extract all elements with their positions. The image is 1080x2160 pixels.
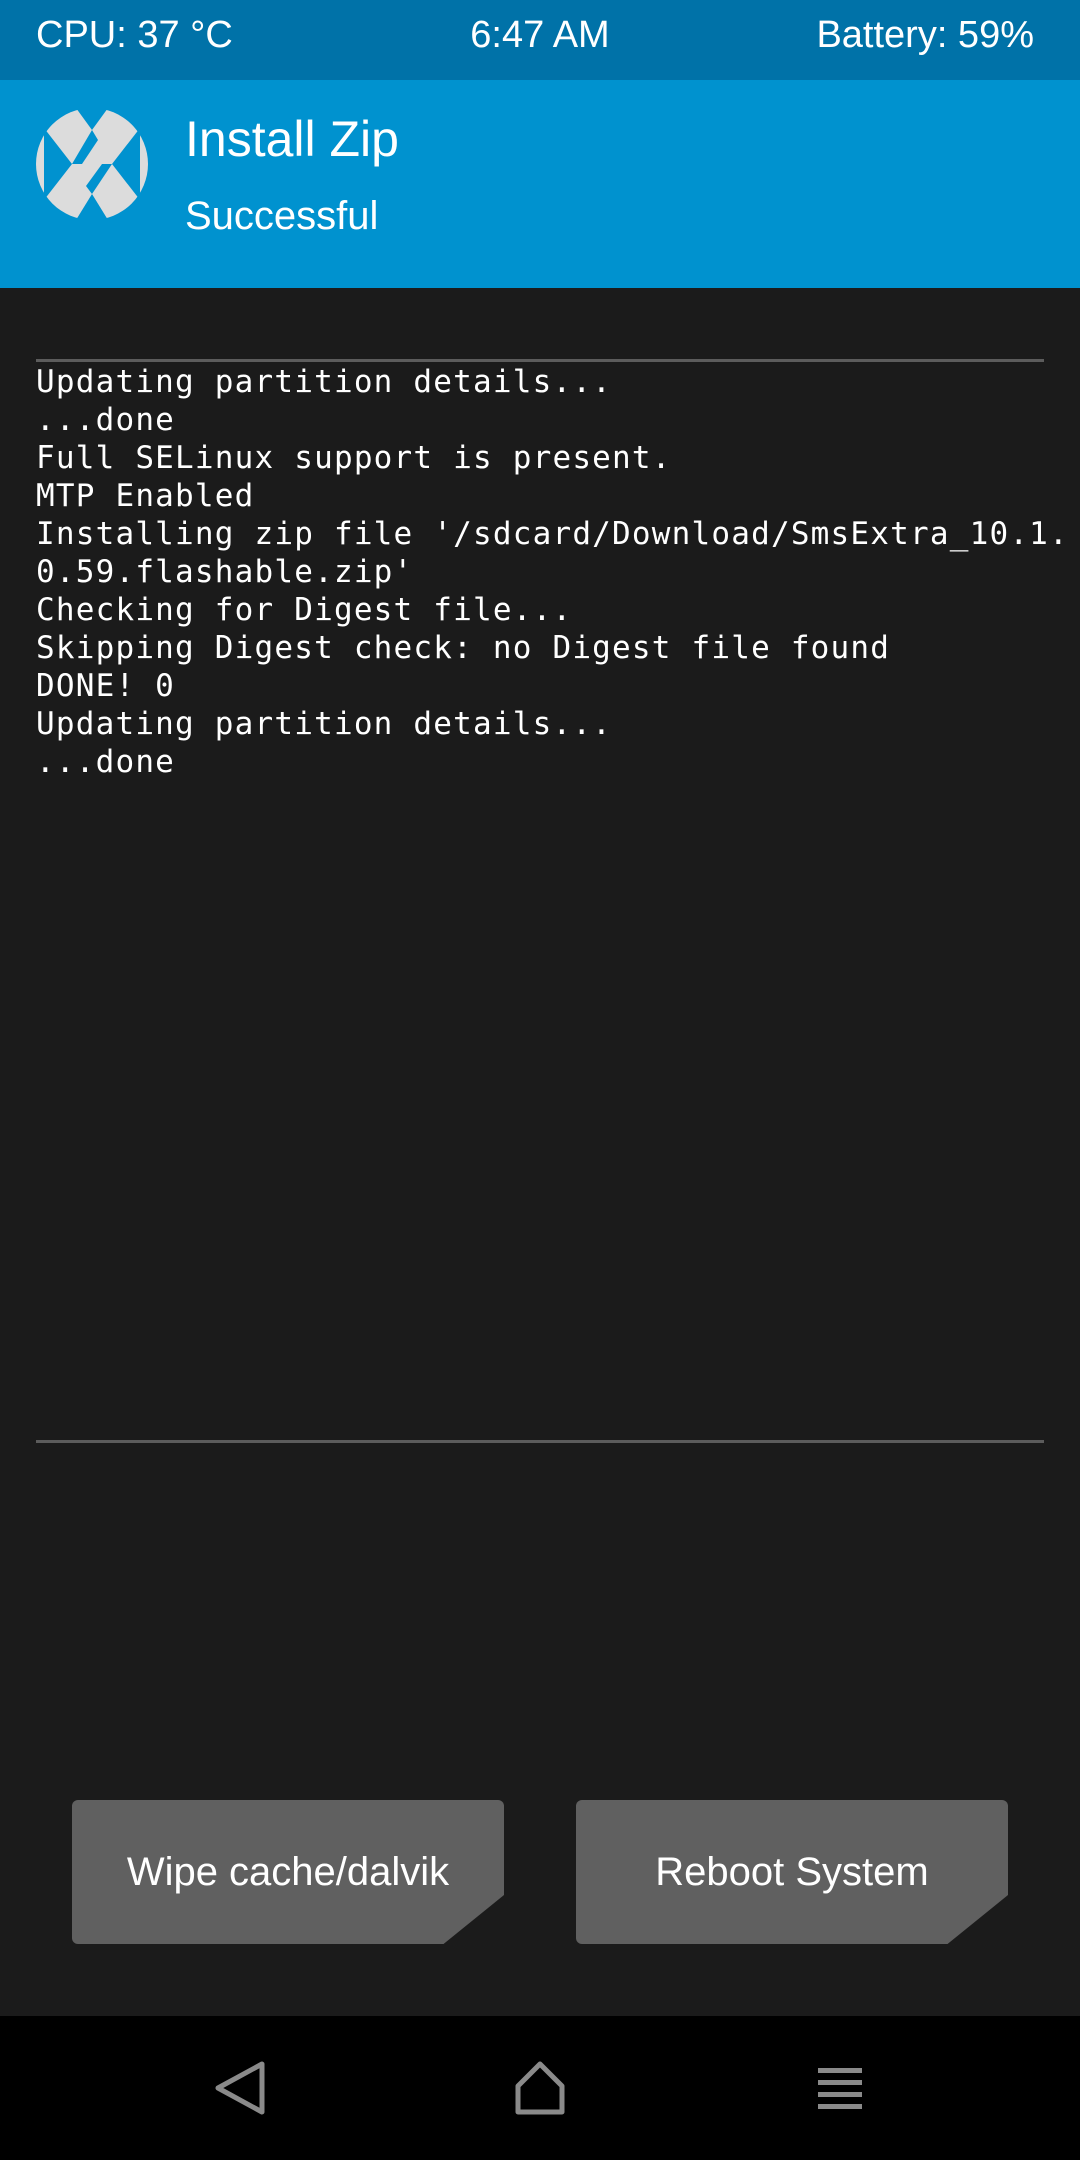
console-log[interactable]: Updating partition details... ...done Fu…	[36, 363, 1069, 781]
console-line: ...done	[36, 402, 176, 438]
console-line: MTP Enabled	[36, 478, 255, 514]
back-icon[interactable]	[208, 2056, 272, 2120]
menu-icon[interactable]	[808, 2056, 872, 2120]
reboot-system-button[interactable]: Reboot System	[576, 1800, 1008, 1944]
status-subtitle: Successful	[185, 194, 379, 238]
console-line: Skipping Digest check: no Digest file fo…	[36, 630, 891, 666]
console-line: Checking for Digest file...	[36, 592, 573, 628]
console-line: Updating partition details...	[36, 364, 613, 400]
console-line: 0.59.flashable.zip'	[36, 554, 414, 590]
console-divider-bottom	[36, 1440, 1044, 1443]
battery-level: Battery: 59%	[816, 14, 1034, 56]
console-line: Installing zip file '/sdcard/Download/Sm…	[36, 516, 1069, 552]
console-line: DONE! 0	[36, 668, 176, 704]
page-title: Install Zip	[185, 111, 399, 167]
console-divider-top	[36, 359, 1044, 362]
twrp-logo-icon	[36, 108, 148, 220]
wipe-cache-dalvik-button[interactable]: Wipe cache/dalvik	[72, 1800, 504, 1944]
console-line: Full SELinux support is present.	[36, 440, 672, 476]
home-icon[interactable]	[508, 2056, 572, 2120]
header: Install Zip Successful	[0, 80, 1080, 288]
navigation-bar	[0, 2016, 1080, 2160]
console-line: Updating partition details...	[36, 706, 613, 742]
status-bar: CPU: 37 °C 6:47 AM Battery: 59%	[0, 0, 1080, 80]
console-line: ...done	[36, 744, 176, 780]
